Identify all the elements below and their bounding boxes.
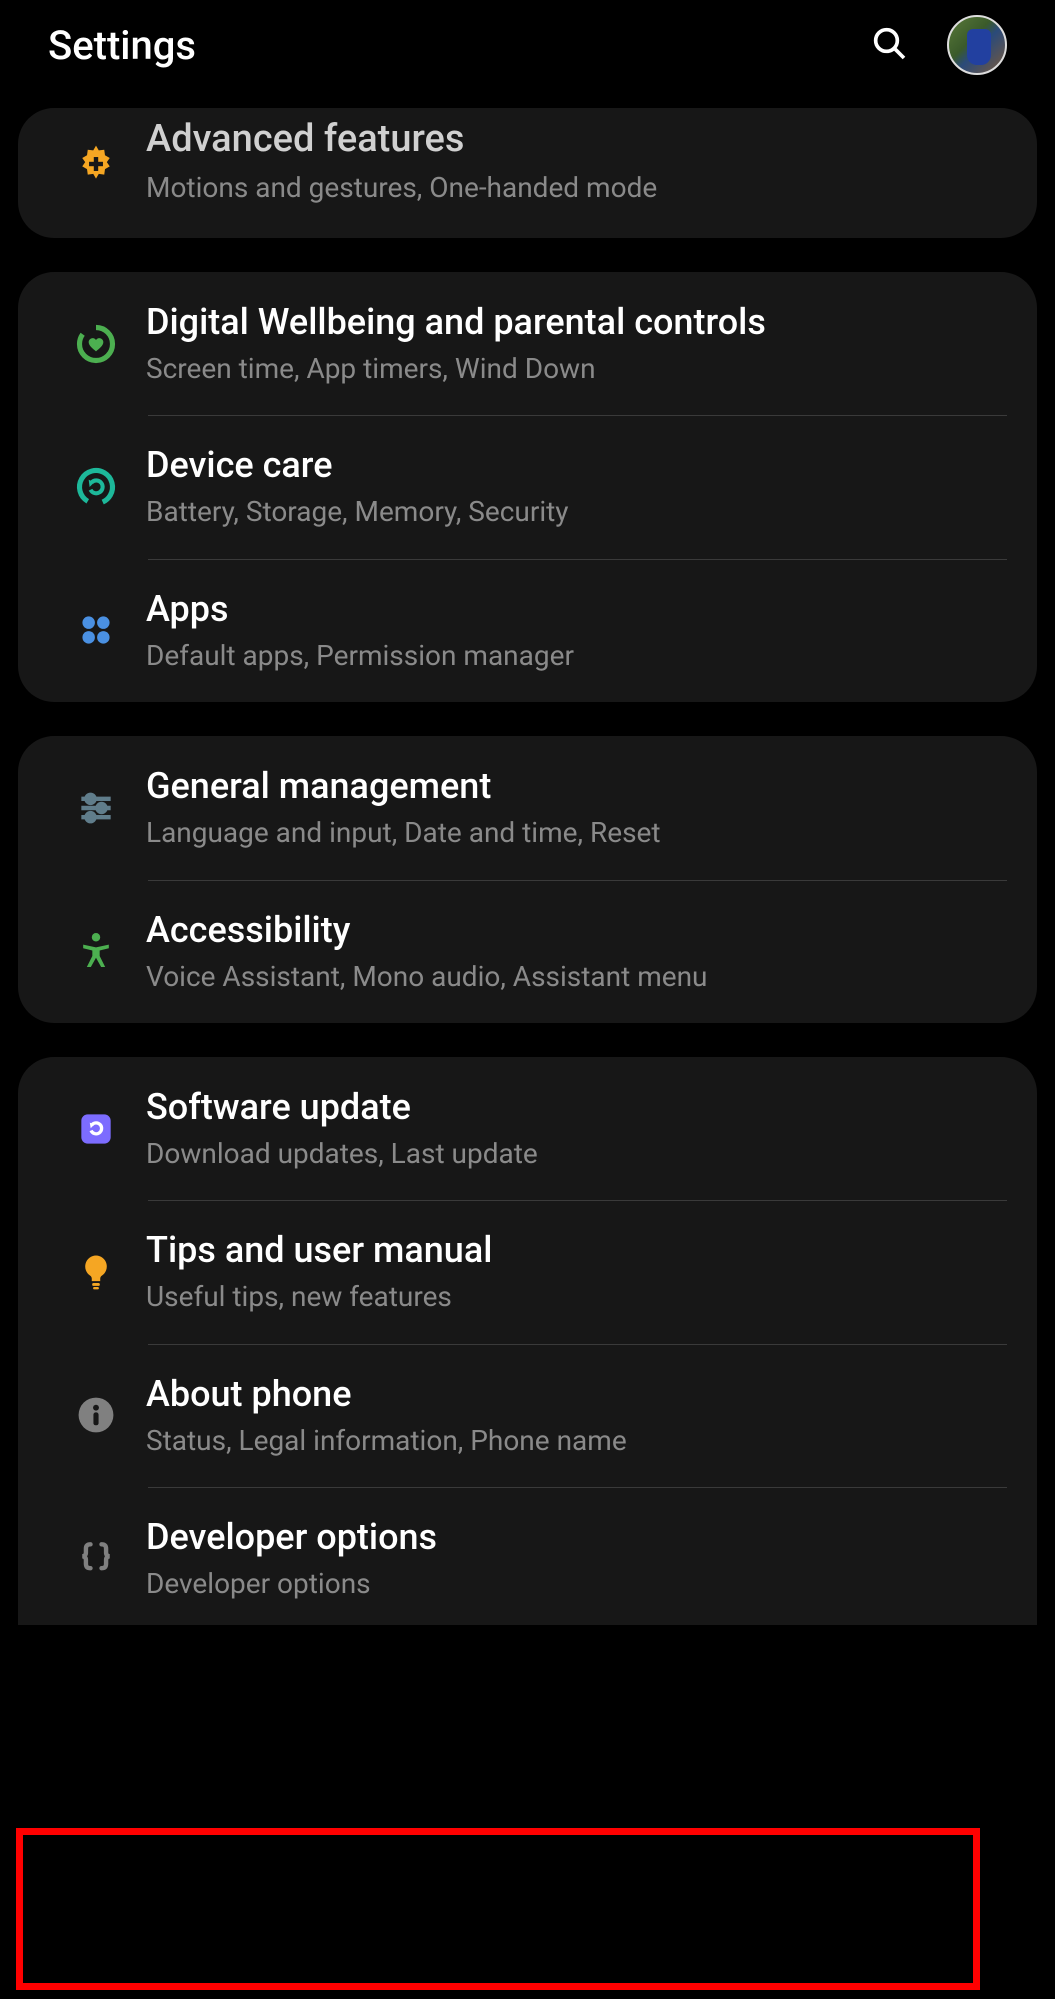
item-text: General management Language and input, D… [146,764,1009,851]
settings-item-tips-manual[interactable]: Tips and user manual Useful tips, new fe… [18,1200,1037,1343]
item-text: Accessibility Voice Assistant, Mono audi… [146,908,1009,995]
bulb-icon [46,1250,146,1294]
item-title: Software update [146,1085,989,1130]
header-actions [869,15,1007,75]
app-header: Settings [0,0,1055,90]
item-subtitle: Developer options [146,1566,989,1602]
page-title: Settings [48,22,869,69]
settings-group: Software update Download updates, Last u… [18,1057,1037,1625]
item-subtitle: Download updates, Last update [146,1136,989,1172]
settings-item-accessibility[interactable]: Accessibility Voice Assistant, Mono audi… [18,880,1037,1023]
item-title: Developer options [146,1515,989,1560]
four-dots-icon [46,608,146,652]
settings-item-about-phone[interactable]: About phone Status, Legal information, P… [18,1344,1037,1487]
item-title: Apps [146,587,989,632]
item-subtitle: Status, Legal information, Phone name [146,1423,989,1459]
settings-group: General management Language and input, D… [18,736,1037,1023]
settings-item-software-update[interactable]: Software update Download updates, Last u… [18,1057,1037,1200]
item-title: Digital Wellbeing and parental controls [146,300,989,345]
sliders-icon [46,786,146,830]
settings-item-device-care[interactable]: Device care Battery, Storage, Memory, Se… [18,415,1037,558]
item-text: Digital Wellbeing and parental controls … [146,300,1009,387]
settings-group: Advanced features Motions and gestures, … [18,108,1037,238]
item-text: Apps Default apps, Permission manager [146,587,1009,674]
settings-item-general-management[interactable]: General management Language and input, D… [18,736,1037,879]
item-title: Advanced features [146,116,989,164]
update-badge-icon [46,1107,146,1151]
item-subtitle: Language and input, Date and time, Reset [146,815,989,851]
info-icon [46,1393,146,1437]
item-text: Advanced features Motions and gestures, … [146,122,1009,206]
item-text: Device care Battery, Storage, Memory, Se… [146,443,1009,530]
item-subtitle: Motions and gestures, One-handed mode [146,170,989,206]
item-text: Developer options Developer options [146,1515,1009,1602]
settings-item-advanced-features[interactable]: Advanced features Motions and gestures, … [18,108,1037,238]
item-title: Device care [146,443,989,488]
settings-item-apps[interactable]: Apps Default apps, Permission manager [18,559,1037,702]
settings-item-developer-options[interactable]: Developer options Developer options [18,1487,1037,1624]
item-title: General management [146,764,989,809]
refresh-ring-icon [46,465,146,509]
profile-avatar[interactable] [947,15,1007,75]
settings-list: Advanced features Motions and gestures, … [0,108,1055,1625]
heart-ring-icon [46,322,146,366]
item-title: About phone [146,1372,989,1417]
gear-plus-icon [46,142,146,186]
search-icon[interactable] [869,23,909,67]
braces-icon [46,1537,146,1581]
item-text: Software update Download updates, Last u… [146,1085,1009,1172]
item-title: Tips and user manual [146,1228,989,1273]
settings-group: Digital Wellbeing and parental controls … [18,272,1037,702]
item-title: Accessibility [146,908,989,953]
person-icon [46,929,146,973]
settings-item-digital-wellbeing[interactable]: Digital Wellbeing and parental controls … [18,272,1037,415]
item-subtitle: Battery, Storage, Memory, Security [146,494,989,530]
item-subtitle: Voice Assistant, Mono audio, Assistant m… [146,959,989,995]
item-subtitle: Useful tips, new features [146,1279,989,1315]
item-text: About phone Status, Legal information, P… [146,1372,1009,1459]
highlight-annotation [16,1828,980,1990]
item-text: Tips and user manual Useful tips, new fe… [146,1228,1009,1315]
item-subtitle: Screen time, App timers, Wind Down [146,351,989,387]
item-subtitle: Default apps, Permission manager [146,638,989,674]
